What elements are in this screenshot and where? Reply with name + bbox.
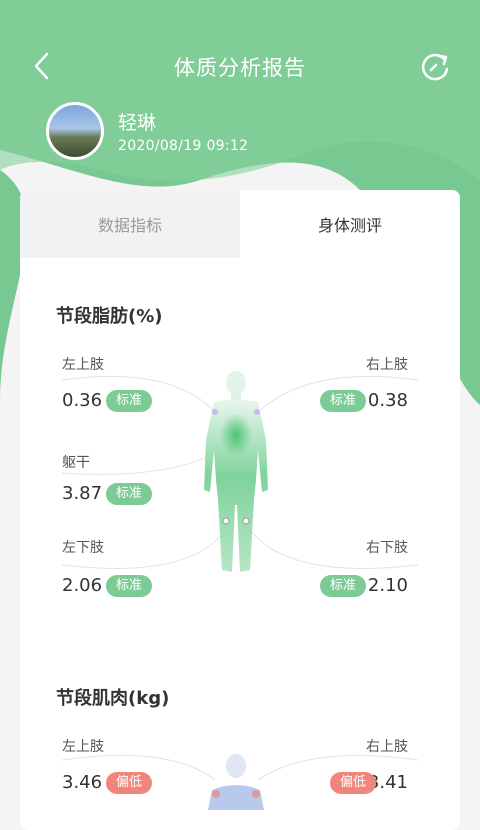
fat-section-title: 节段脂肪(%)	[56, 306, 163, 327]
tab-bar: 数据指标 身体测评	[20, 190, 460, 258]
avatar[interactable]	[46, 102, 104, 160]
page-title: 体质分析报告	[174, 56, 306, 80]
muscle-left-arm-status-badge: 偏低	[106, 772, 153, 794]
body-figure-muscle	[208, 754, 264, 810]
fat-left-arm-status-badge: 标准	[106, 390, 153, 412]
fat-left-leg-value: 2.06	[62, 575, 103, 596]
fat-right-leg-label: 右下肢	[366, 540, 408, 556]
fat-left-arm-value: 0.36	[62, 390, 103, 411]
tab-body-assessment[interactable]: 身体测评	[240, 190, 460, 258]
muscle-right-arm-status-badge: 偏低	[330, 772, 377, 794]
muscle-left-arm-value: 3.46	[62, 772, 103, 793]
fat-right-arm-label: 右上肢	[366, 357, 408, 373]
report-timestamp: 2020/08/19 09:12	[118, 138, 249, 154]
fat-left-leg-status-badge: 标准	[106, 575, 153, 597]
muscle-section-title: 节段肌肉(kg)	[56, 688, 170, 709]
report-card: 数据指标 身体测评 节段脂肪(%) 左上肢 0.36 标准 右上肢 0.38 标…	[20, 190, 460, 830]
body-figure-fat	[204, 371, 268, 572]
fat-right-arm-status-badge: 标准	[320, 390, 367, 412]
fat-trunk-status-badge: 标准	[106, 483, 153, 505]
user-name: 轻琳	[118, 112, 157, 134]
muscle-left-arm-label: 左上肢	[62, 739, 104, 755]
refresh-icon	[421, 53, 449, 81]
tab-data-metrics[interactable]: 数据指标	[20, 190, 240, 258]
fat-right-leg-value: 2.10	[367, 575, 408, 596]
fat-trunk-label: 躯干	[62, 455, 90, 471]
fat-right-leg-status-badge: 标准	[320, 575, 367, 597]
refresh-button[interactable]	[418, 50, 452, 84]
fat-right-arm-value: 0.38	[367, 390, 408, 411]
fat-trunk-value: 3.87	[62, 483, 103, 504]
muscle-right-arm-label: 右上肢	[366, 739, 408, 755]
fat-left-arm-label: 左上肢	[62, 357, 104, 373]
fat-left-leg-label: 左下肢	[62, 540, 104, 556]
